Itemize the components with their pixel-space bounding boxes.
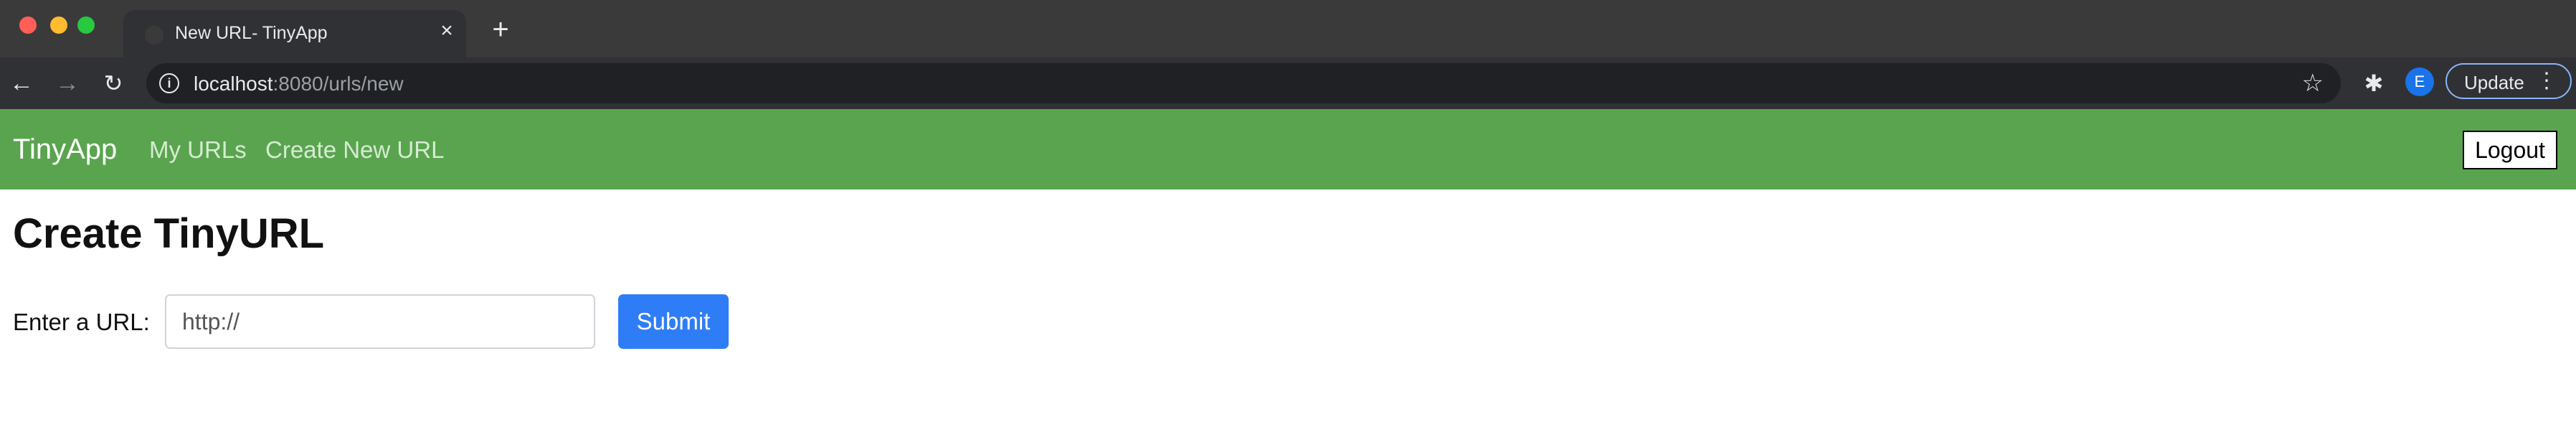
submit-button[interactable]: Submit [618,294,729,349]
menu-dots-icon[interactable]: ⋮ [2536,69,2557,93]
url-host: localhost [194,72,273,95]
browser-toolbar: ← → ↻ i localhost:8080/urls/new ☆ [0,57,2576,109]
address-bar-url: localhost:8080/urls/new [194,72,404,95]
extensions-puzzle-icon[interactable]: ✱ [2359,69,2388,98]
window-zoom-button[interactable] [77,17,95,34]
tab-close-icon[interactable]: × [436,20,458,42]
nav-link-my-urls[interactable]: My URLs [149,136,247,164]
update-button[interactable]: Update ⋮ [2445,63,2572,99]
forward-arrow-icon[interactable]: → [53,69,82,98]
logout-button[interactable]: Logout [2463,131,2557,169]
site-info-icon[interactable]: i [159,73,179,93]
brand-link[interactable]: TinyApp [13,134,117,166]
update-label: Update [2464,72,2524,93]
url-path: :8080/urls/new [273,72,404,95]
browser-tab-active[interactable]: New URL- TinyApp × [123,10,466,57]
back-arrow-icon[interactable]: ← [7,69,36,98]
browser-tab-bar: New URL- TinyApp × + [0,0,2576,57]
window-close-button[interactable] [19,17,37,34]
address-bar[interactable]: i localhost:8080/urls/new ☆ [146,63,2341,103]
tab-favicon-icon [145,26,164,45]
nav-link-create-new-url[interactable]: Create New URL [265,136,444,164]
new-tab-icon[interactable]: + [488,15,513,44]
app-navbar: TinyApp My URLs Create New URL Logout [0,109,2576,190]
profile-avatar[interactable]: E [2405,67,2434,96]
tab-title: New URL- TinyApp [175,23,328,43]
reload-icon[interactable]: ↻ [99,69,128,98]
url-field-label: Enter a URL: [13,309,150,335]
bookmark-star-icon[interactable]: ☆ [2302,69,2324,98]
url-input[interactable] [165,294,595,349]
window-minimize-button[interactable] [50,17,67,34]
page-title: Create TinyURL [13,210,325,257]
